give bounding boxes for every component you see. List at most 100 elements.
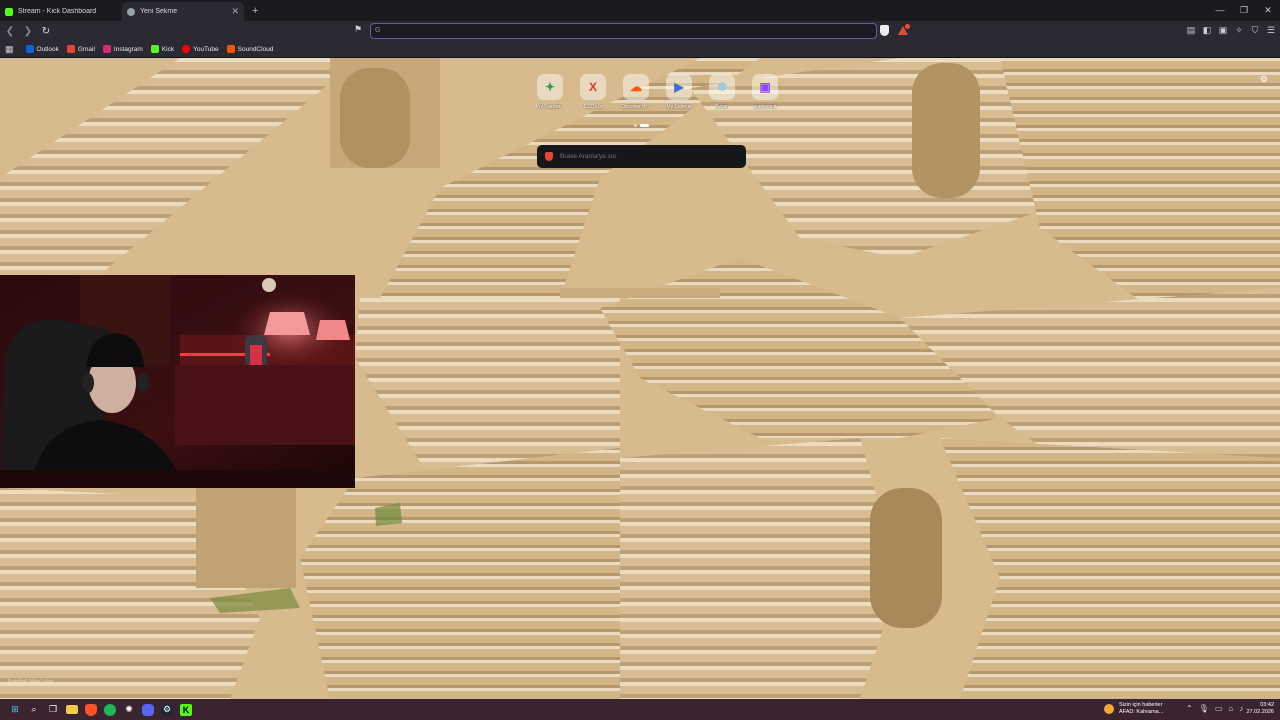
shortcut-twitch[interactable]: ▣ sunkenmir <box>747 74 783 110</box>
brave-lion-icon <box>545 152 553 161</box>
brave-shields-icon[interactable] <box>880 25 889 36</box>
brave-browser-icon[interactable] <box>85 703 97 716</box>
taskbar: ⊞ ⌕ ❐ ✺ ⚙ K Sizin için haberler AFAD: Ka… <box>0 699 1280 720</box>
photo-credit: Fotoğraf: Nida Lolog <box>8 679 54 685</box>
instagram-icon <box>102 45 111 53</box>
address-bar[interactable]: G <box>370 23 877 42</box>
weather-icon <box>1104 704 1114 714</box>
leo-ai-icon[interactable]: ✧ <box>1234 24 1244 36</box>
bookmark-gmail[interactable]: Gmail <box>66 45 95 53</box>
bookmark-instagram[interactable]: Instagram <box>102 45 143 53</box>
close-window-icon[interactable]: ✕ <box>1256 0 1280 21</box>
discord-icon[interactable] <box>142 703 154 716</box>
tray-overflow-icon[interactable]: ⌃ <box>1186 704 1193 713</box>
display-icon[interactable]: ▭ <box>1215 704 1223 713</box>
volume-icon[interactable]: ♪ <box>1239 704 1243 713</box>
customize-gear-icon[interactable]: ⚙ <box>1260 74 1268 85</box>
kick-icon <box>150 45 159 53</box>
screen: Stream - Kick Dashboard Yeni Sekme ✕ + —… <box>0 0 1280 720</box>
news-widget[interactable]: Sizin için haberler AFAD: Kahrama... <box>1104 702 1163 716</box>
youtube-icon <box>182 45 191 53</box>
search-box[interactable] <box>537 145 746 168</box>
news-sub: AFAD: Kahrama... <box>1119 709 1164 715</box>
bookmark-outlook[interactable]: Outlook <box>25 45 59 53</box>
tab-strip: Stream - Kick Dashboard Yeni Sekme ✕ + —… <box>0 0 1280 21</box>
protracker-icon: ✦ <box>537 74 563 100</box>
shortcut-label: Discover th... <box>621 104 651 110</box>
bookmark-label: Outlook <box>36 45 59 53</box>
soundcloud-icon: ☁ <box>623 74 649 100</box>
bookmark-soundcloud[interactable]: SoundCloud <box>226 45 274 53</box>
bookmarks-bar: ▦ Outlook Gmail Instagram Kick YouTube S… <box>0 41 1280 58</box>
clock-date: 27.02.2026 <box>1246 709 1274 715</box>
toolbar: ❮ ❯ ↻ ⚑ G ▤ ◧ ▣ ✧ ⛉ ☰ <box>0 21 1280 42</box>
tab-title: Stream - Kick Dashboard <box>18 8 97 15</box>
apps-grid-icon[interactable]: ▦ <box>5 44 14 55</box>
webcam-feed <box>0 275 355 488</box>
reload-icon[interactable]: ↻ <box>38 26 54 37</box>
pager-dot[interactable] <box>634 124 637 127</box>
twitch-icon: ▣ <box>752 74 778 100</box>
new-tab-favicon-icon <box>127 7 135 16</box>
new-tab-button[interactable]: + <box>252 5 258 17</box>
bookmark-icon[interactable]: ⚑ <box>354 24 362 35</box>
search-engine-icon: G <box>375 27 381 34</box>
tab-new-tab[interactable]: Yeni Sekme ✕ <box>122 2 244 21</box>
shortcut-soundcloud[interactable]: ☁ Discover th... <box>618 74 654 110</box>
bookmark-youtube[interactable]: YouTube <box>182 45 219 53</box>
spotify-icon[interactable] <box>104 703 116 716</box>
file-explorer-icon[interactable] <box>66 705 78 714</box>
outlook-icon <box>25 45 34 53</box>
shortcut-label: ProTracker... <box>535 104 565 110</box>
shortcut-protracker[interactable]: ✦ ProTracker... <box>532 74 568 110</box>
bookmark-kick[interactable]: Kick <box>150 45 175 53</box>
kick-app-icon[interactable]: K <box>180 703 192 716</box>
bookmark-label: YouTube <box>193 45 219 53</box>
bookmark-label: Instagram <box>113 45 143 53</box>
bookmark-label: SoundCloud <box>237 45 274 53</box>
shortcut-label: Bwain <box>715 104 729 110</box>
sidebar-toggle-icon[interactable]: ▤ <box>1186 24 1196 36</box>
forward-icon[interactable]: ❯ <box>20 26 36 37</box>
vpn-icon[interactable]: ⛉ <box>1250 24 1260 36</box>
wallet-icon[interactable]: ▣ <box>1218 24 1228 36</box>
tab-kick-dashboard[interactable]: Stream - Kick Dashboard <box>0 2 122 21</box>
menu-icon[interactable]: ☰ <box>1266 24 1276 36</box>
search-icon[interactable]: ⌕ <box>28 704 40 716</box>
shortcut-label: 1337x.to <box>583 104 603 110</box>
gmail-icon <box>66 45 75 53</box>
clock[interactable]: 03:42 27.02.2026 <box>1246 702 1274 716</box>
shortcut-my-listings[interactable]: ▶ My Listings <box>661 74 697 110</box>
1337x-icon: X <box>580 74 606 100</box>
top-sites-pager <box>634 124 649 127</box>
address-input[interactable] <box>371 27 876 42</box>
clock-time: 03:42 <box>1260 702 1274 708</box>
microphone-icon[interactable]: 🎙 <box>1199 704 1209 713</box>
windows-start-icon[interactable]: ⊞ <box>9 704 21 716</box>
system-tray: ⌃ 🎙 ▭ ⌂ ♪ <box>1186 704 1243 713</box>
maximize-icon[interactable]: ❐ <box>1232 0 1256 21</box>
webcam-overlay <box>0 275 355 488</box>
close-tab-icon[interactable]: ✕ <box>231 6 239 17</box>
pager-dot-active[interactable] <box>640 124 649 127</box>
kick-favicon-icon <box>5 7 13 16</box>
shortcut-1337x[interactable]: X 1337x.to <box>575 74 611 110</box>
shortcut-bwain[interactable]: ❄ Bwain <box>704 74 740 110</box>
bookmark-label: Gmail <box>77 45 95 53</box>
bookmark-label: Kick <box>161 45 175 53</box>
chatgpt-icon[interactable]: ✺ <box>123 704 135 716</box>
minimize-icon[interactable]: — <box>1208 0 1232 21</box>
task-view-icon[interactable]: ❐ <box>47 704 59 716</box>
network-icon[interactable]: ⌂ <box>1228 704 1233 713</box>
top-sites: ✦ ProTracker... X 1337x.to ☁ Discover th… <box>532 74 783 110</box>
search-input[interactable] <box>560 153 746 160</box>
toolbar-right: ▤ ◧ ▣ ✧ ⛉ ☰ <box>1186 24 1276 36</box>
soundcloud-icon <box>226 45 235 53</box>
steam-icon[interactable]: ⚙ <box>161 703 173 716</box>
taskbar-apps: ⊞ ⌕ ❐ ✺ ⚙ K <box>0 703 192 716</box>
window-controls: — ❐ ✕ <box>1208 0 1280 21</box>
back-icon[interactable]: ❮ <box>2 26 18 37</box>
split-view-icon[interactable]: ◧ <box>1202 24 1212 36</box>
tab-title: Yeni Sekme <box>140 8 178 15</box>
brave-rewards-icon[interactable] <box>898 24 910 37</box>
